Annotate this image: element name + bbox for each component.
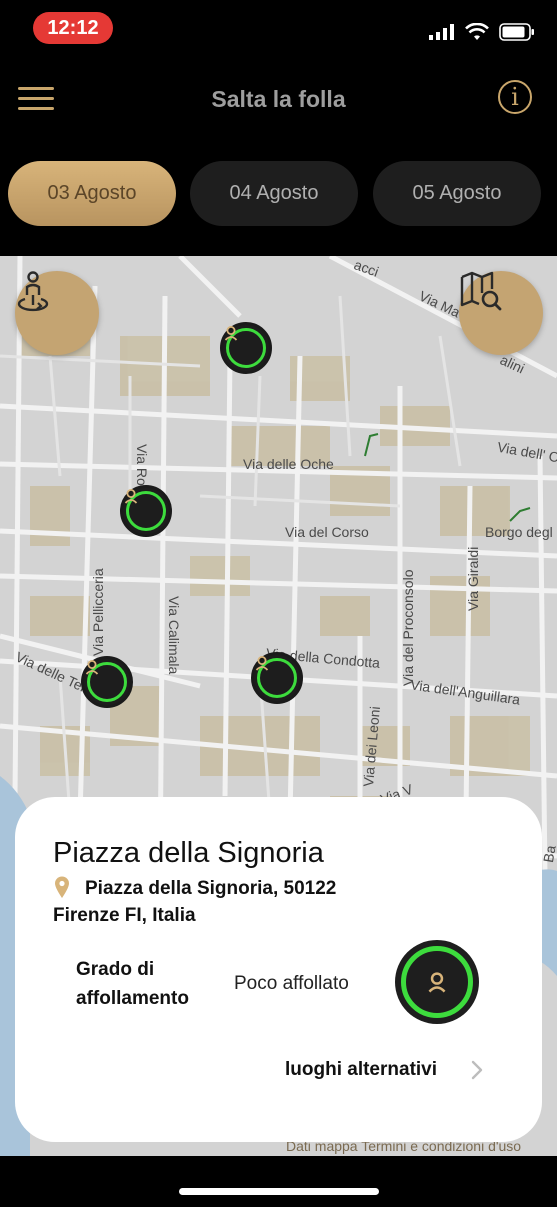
crowd-status-indicator <box>395 940 479 1024</box>
street-label: Via Pellicceria <box>90 568 106 656</box>
place-info-card: Piazza della Signoria Piazza della Signo… <box>15 797 542 1142</box>
street-label: Via Giraldi <box>465 546 481 611</box>
my-location-button[interactable] <box>15 271 99 355</box>
alternative-places-link[interactable]: luoghi alternativi <box>285 1059 437 1081</box>
crowd-marker[interactable] <box>220 322 272 374</box>
wifi-icon <box>465 23 489 40</box>
person-icon <box>428 972 446 993</box>
street-label: Via delle Oche <box>243 456 334 472</box>
street-label: Via del Corso <box>285 524 369 540</box>
crowd-marker-ring <box>255 656 297 698</box>
home-indicator[interactable] <box>179 1188 379 1195</box>
crowd-level-value: Poco affollato <box>234 973 349 994</box>
person-location-icon <box>17 271 49 312</box>
crowd-marker-ring <box>85 660 127 702</box>
battery-icon <box>499 23 534 41</box>
street-label: Borgo degl <box>485 524 553 540</box>
street-label: Ba <box>540 844 557 864</box>
location-pin-icon <box>55 876 69 898</box>
crowd-marker[interactable] <box>120 485 172 537</box>
status-bar: 12:12 <box>0 0 557 56</box>
crowd-level-label: Grado di affollamento <box>76 959 189 1009</box>
crowd-marker[interactable] <box>81 656 133 708</box>
map-search-button[interactable] <box>459 271 543 355</box>
place-name: Piazza della Signoria <box>53 837 324 869</box>
home-bar <box>0 1156 557 1207</box>
crowd-status-ring <box>401 946 473 1018</box>
address-line-2: Firenze FI, Italia <box>53 905 196 926</box>
status-time: 12:12 <box>33 12 113 44</box>
person-icon <box>85 660 99 675</box>
person-icon <box>124 489 138 504</box>
address-line-1: Piazza della Signoria, 50122 <box>85 878 337 899</box>
crowd-marker[interactable] <box>251 652 303 704</box>
tab-03-agosto[interactable]: 03 Agosto <box>8 161 176 226</box>
street-label: Via del Proconsolo <box>400 569 416 686</box>
crowd-marker-ring <box>124 489 166 531</box>
signal-icon <box>429 24 454 40</box>
person-icon <box>224 326 238 341</box>
map-search-icon <box>460 271 502 311</box>
date-tabs: 03 Agosto 04 Agosto 05 Agosto <box>8 161 548 227</box>
chevron-right-icon[interactable] <box>470 1059 484 1081</box>
crowd-marker-ring <box>224 326 266 368</box>
tab-05-agosto[interactable]: 05 Agosto <box>373 161 541 226</box>
person-icon <box>255 656 269 671</box>
info-button[interactable]: i <box>498 80 532 114</box>
status-icons <box>429 22 535 42</box>
page-title: Salta la folla <box>211 86 346 112</box>
tab-04-agosto[interactable]: 04 Agosto <box>190 161 358 226</box>
street-label: Via Calimala <box>166 596 182 675</box>
